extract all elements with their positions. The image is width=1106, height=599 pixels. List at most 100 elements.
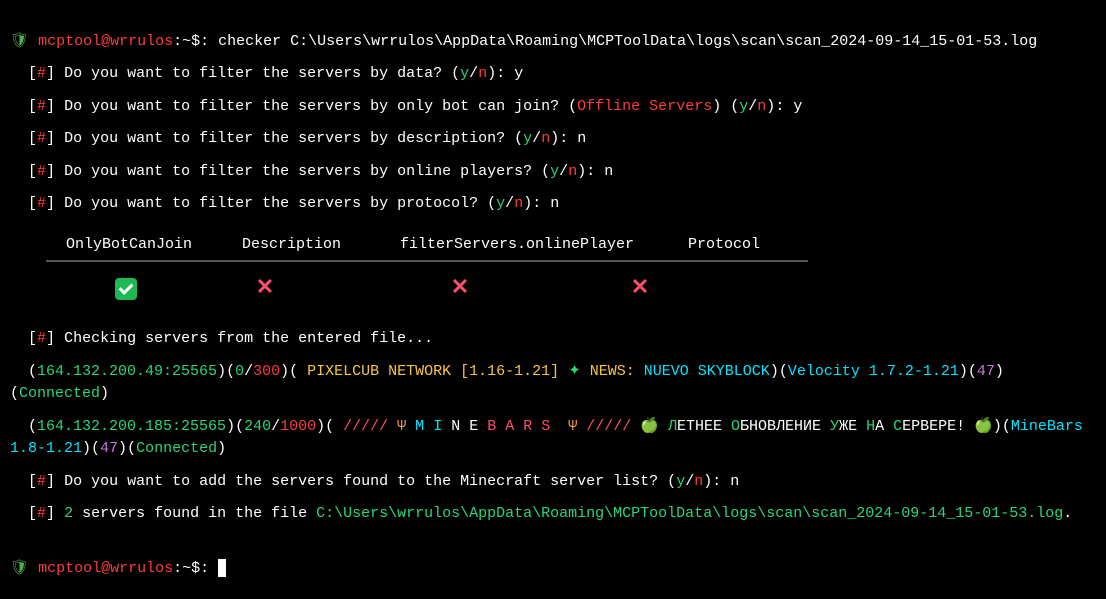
cell-description: ✕ [200, 272, 330, 305]
question-text: Do you want to filter the servers by onl… [64, 98, 568, 115]
col-onlybotcanjoin: OnlyBotCanJoin [52, 234, 228, 257]
hash-icon: # [37, 130, 46, 147]
offline-servers-label: Offline Servers [577, 98, 712, 115]
motd-ru: Н [866, 418, 875, 435]
col-protocol: Protocol [674, 234, 802, 257]
sep: )( [959, 363, 977, 380]
server-protocol: 47 [977, 363, 995, 380]
bracket-open: [ [10, 65, 37, 82]
server-ip: 164.132.200.185:25565 [37, 418, 226, 435]
paren-close: ) [766, 98, 775, 115]
motd-ru: О [731, 418, 740, 435]
hash-icon: # [37, 163, 46, 180]
server-status: Connected [136, 440, 217, 457]
prompt-sep: :~$: [173, 560, 218, 577]
bracket-open: [ [10, 195, 37, 212]
answer: n [577, 130, 586, 147]
bracket-open: [ [10, 163, 37, 180]
paren-close: ) [487, 65, 496, 82]
col-onlineplayer: filterServers.onlinePlayer [386, 234, 674, 257]
question-text: Do you want to filter the servers by pro… [64, 195, 487, 212]
sep: )( [226, 418, 244, 435]
slash: / [559, 163, 568, 180]
slash: / [244, 363, 253, 380]
bracket-close: ] [46, 473, 64, 490]
motd-ru: ЕРВЕРЕ! [902, 418, 974, 435]
question-filter-protocol: [#] Do you want to filter the servers by… [10, 193, 1096, 216]
question-filter-description: [#] Do you want to filter the servers by… [10, 128, 1096, 151]
question-text: Do you want to filter the servers by des… [64, 130, 514, 147]
cross-icon: ✕ [631, 272, 649, 305]
motd-letter: M [415, 418, 433, 435]
shield-icon: 🛡 [10, 560, 29, 577]
sep: )( [770, 363, 788, 380]
server-result-1: (164.132.200.49:25565)(0/300)( PIXELCUB … [10, 361, 1096, 406]
prompt-user: mcptool@wrrulos [38, 560, 173, 577]
bracket-open: [ [10, 505, 37, 522]
paren-open: ( [487, 195, 496, 212]
server-protocol: 47 [100, 440, 118, 457]
cell-onlybotcanjoin [52, 272, 200, 305]
summary-line: [#] 2 servers found in the file C:\Users… [10, 503, 1096, 526]
server-ip: 164.132.200.49:25565 [37, 363, 217, 380]
question-text: Do you want to filter the servers by dat… [64, 65, 451, 82]
answer: y [793, 98, 802, 115]
motd-ru: С [893, 418, 902, 435]
filter-table-row: ✕ ✕ ✕ [46, 262, 808, 309]
motd-letter: B [487, 418, 505, 435]
n-option: n [757, 98, 766, 115]
bracket-open: [ [10, 98, 37, 115]
motd-ru: ЕТНЕЕ [677, 418, 731, 435]
paren-open: ( [10, 418, 37, 435]
motd-ru: ЖЕ [839, 418, 866, 435]
colon: : [775, 98, 793, 115]
sep: )( [118, 440, 136, 457]
paren-close: ) [100, 385, 109, 402]
server-count: 2 [64, 505, 73, 522]
y-option: y [496, 195, 505, 212]
online-count: 0 [235, 363, 244, 380]
paren-open: ( [568, 98, 577, 115]
hash-icon: # [37, 98, 46, 115]
bracket-open: [ [10, 473, 37, 490]
bracket-close: ] [46, 130, 64, 147]
motd-letter: I [433, 418, 451, 435]
summary-dot: . [1063, 505, 1072, 522]
motd-ru: БНОВЛЕНИЕ [740, 418, 830, 435]
motd-letter: N E [451, 418, 487, 435]
server-result-2: (164.132.200.185:25565)(240/1000)( /////… [10, 416, 1096, 461]
motd-deco: ///// [334, 418, 397, 435]
max-count: 300 [253, 363, 280, 380]
paren-close: ) [217, 440, 226, 457]
motd-ru: Л [659, 418, 677, 435]
cell-protocol: ✕ [590, 272, 690, 305]
paren-open: ( [451, 65, 460, 82]
summary-path: C:\Users\wrrulos\AppData\Roaming\MCPTool… [316, 505, 1063, 522]
paren-close: ) [712, 98, 721, 115]
bracket-close: ] [46, 195, 64, 212]
checking-status: [#] Checking servers from the entered fi… [10, 328, 1096, 351]
check-icon [115, 278, 137, 300]
y-option: y [550, 163, 559, 180]
slash: / [532, 130, 541, 147]
prompt-line-final[interactable]: 🛡 mcptool@wrrulos:~$: [10, 536, 1096, 581]
sep: )( [993, 418, 1011, 435]
sep: )( [316, 418, 334, 435]
prompt-line-initial: 🛡 mcptool@wrrulos:~$: checker C:\Users\w… [10, 8, 1096, 53]
col-description: Description [228, 234, 386, 257]
checking-text: Checking servers from the entered file..… [64, 330, 433, 347]
answer: y [514, 65, 523, 82]
summary-text: servers found in the file [73, 505, 316, 522]
n-option: n [694, 473, 703, 490]
slash: / [685, 473, 694, 490]
question-filter-bot: [#] Do you want to filter the servers by… [10, 96, 1096, 119]
y-option: y [523, 130, 532, 147]
motd-part: PIXELCUB NETWORK [1.16-1.21] [298, 363, 568, 380]
sep: )( [217, 363, 235, 380]
online-count: 240 [244, 418, 271, 435]
hash-icon: # [37, 330, 46, 347]
bracket-close: ] [46, 505, 64, 522]
cell-onlineplayer: ✕ [330, 272, 590, 305]
hash-icon: # [37, 65, 46, 82]
slash: / [271, 418, 280, 435]
